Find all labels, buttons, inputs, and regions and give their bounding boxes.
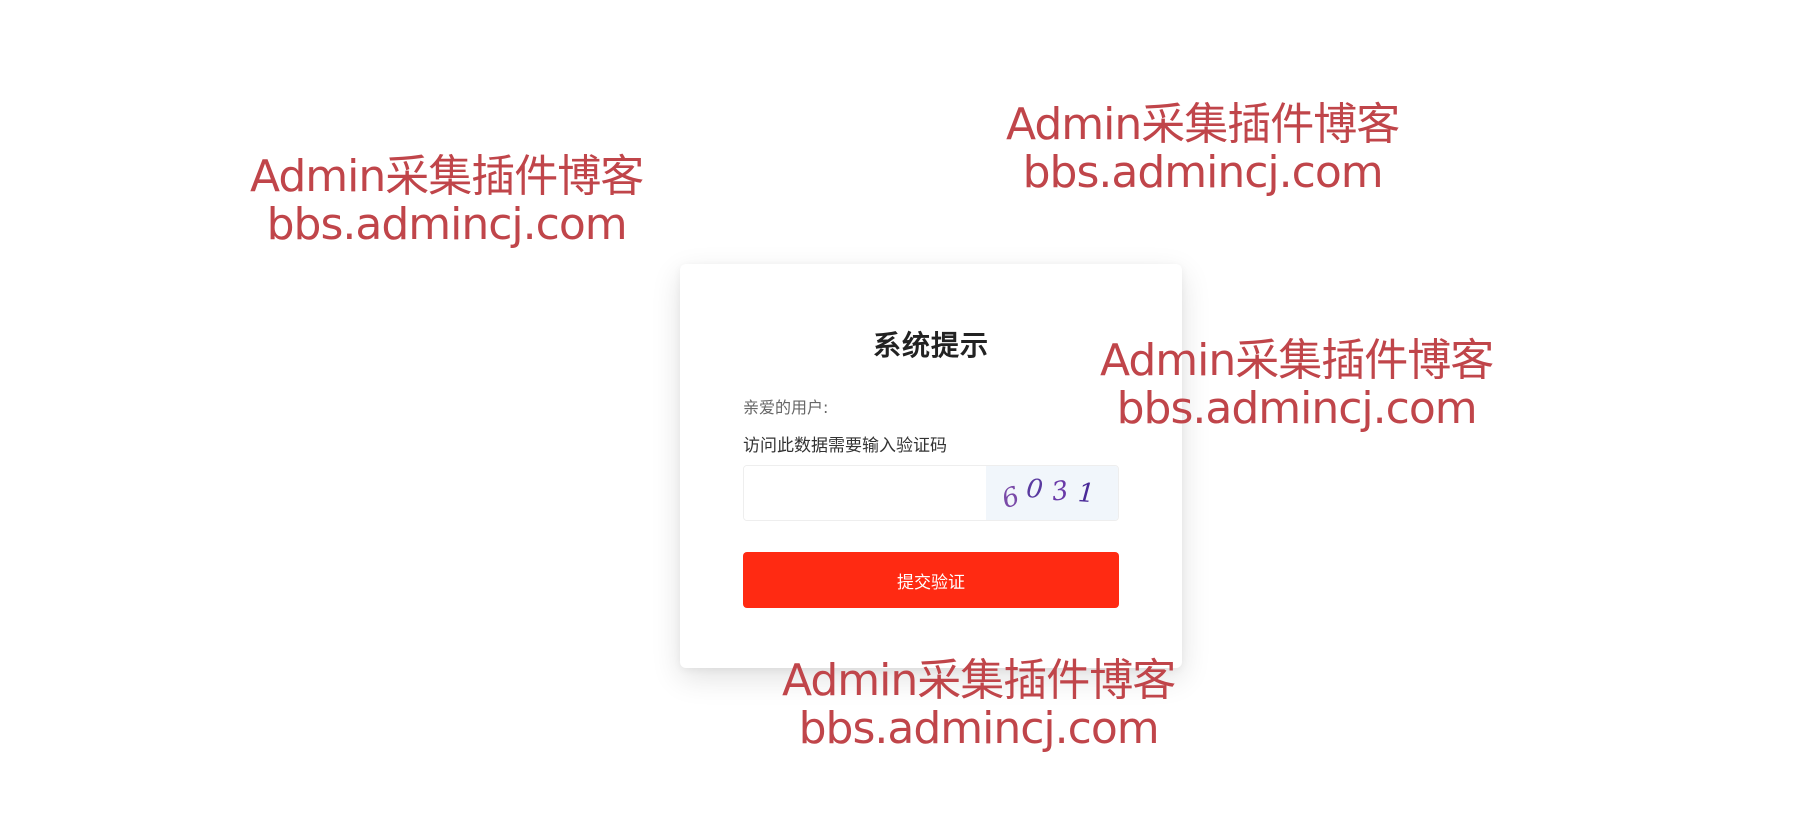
dialog-title: 系统提示	[872, 329, 989, 362]
captcha-input[interactable]	[744, 466, 986, 520]
page: 系统提示 亲爱的用户: 访问此数据需要输入验证码 6 0 3 1 提交验证 Ad…	[0, 0, 1798, 813]
captcha-char: 3	[1049, 474, 1080, 508]
verification-dialog: 系统提示 亲爱的用户: 访问此数据需要输入验证码 6 0 3 1 提交验证	[680, 264, 1182, 668]
watermark-url: bbs.admincj.com	[266, 199, 628, 250]
captcha-char: 1	[1076, 478, 1105, 510]
captcha-row: 6 0 3 1	[743, 465, 1119, 521]
captcha-image[interactable]: 6 0 3 1	[986, 466, 1118, 520]
watermark-url: bbs.admincj.com	[798, 703, 1160, 754]
watermark-title: Admin采集插件博客	[1006, 99, 1400, 150]
watermark-title: Admin采集插件博客	[250, 151, 644, 202]
watermark: Admin采集插件博客 bbs.admincj.com	[1006, 99, 1400, 198]
greeting-text: 亲爱的用户:	[743, 398, 829, 417]
submit-verification-button[interactable]: 提交验证	[743, 552, 1119, 608]
watermark: Admin采集插件博客 bbs.admincj.com	[782, 657, 1176, 754]
captcha-instruction: 访问此数据需要输入验证码	[743, 436, 947, 456]
watermark: Admin采集插件博客 bbs.admincj.com	[250, 151, 644, 250]
watermark-url: bbs.admincj.com	[1022, 147, 1384, 198]
